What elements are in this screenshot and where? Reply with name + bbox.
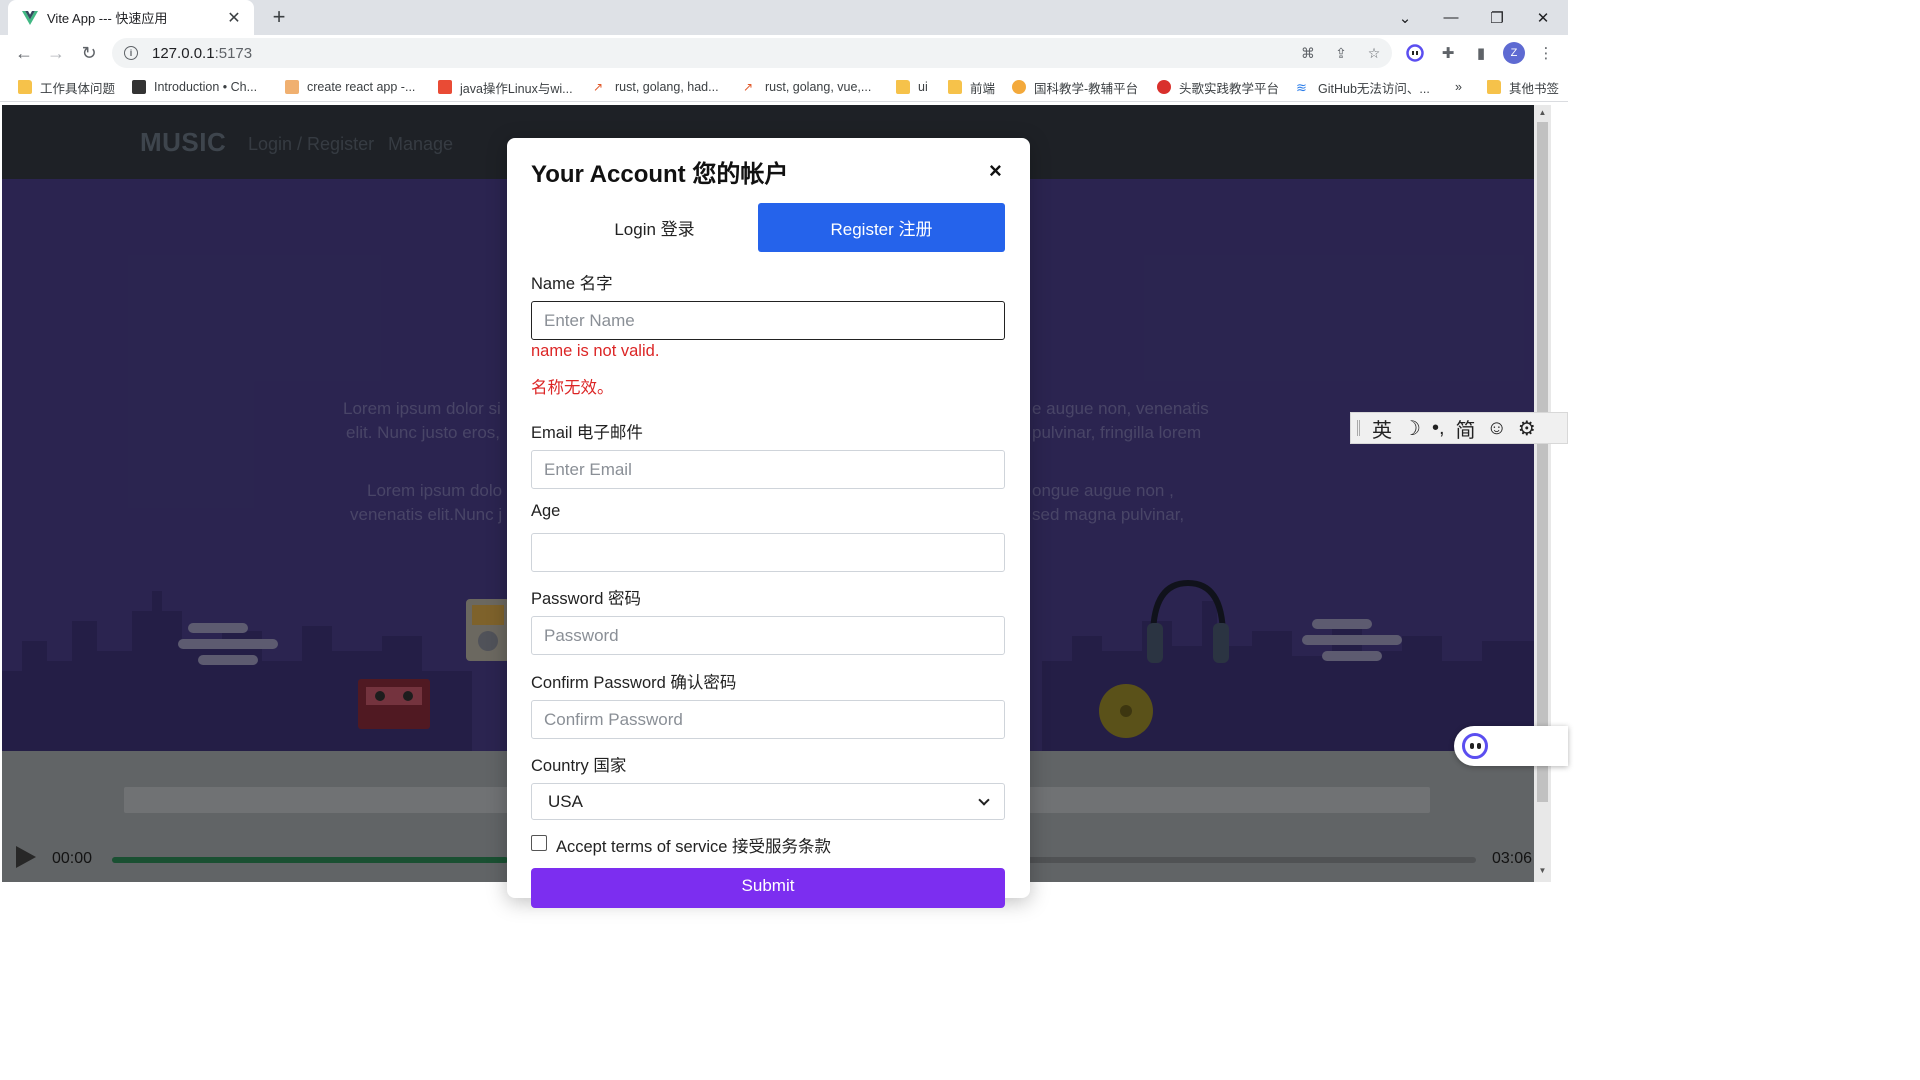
- extension-bot-icon[interactable]: [1404, 42, 1426, 64]
- bookmark-item[interactable]: ≋ GitHub无法访问、...: [1296, 78, 1430, 96]
- site-icon: [1157, 80, 1171, 94]
- tab-register[interactable]: Register 注册: [758, 203, 1005, 252]
- email-input[interactable]: [531, 450, 1005, 489]
- country-select[interactable]: USA: [531, 783, 1005, 820]
- folder-icon: [948, 80, 962, 94]
- profile-avatar[interactable]: Z: [1503, 42, 1525, 64]
- bookmark-item[interactable]: ↗ rust, golang, had...: [593, 78, 719, 96]
- trend-icon: ↗: [593, 80, 604, 94]
- name-error-zh: 名称无效。: [531, 379, 614, 397]
- country-value: USA: [548, 791, 583, 811]
- age-input[interactable]: [531, 533, 1005, 572]
- folder-icon: [896, 80, 910, 94]
- back-button[interactable]: ←: [9, 38, 39, 68]
- bookmark-item[interactable]: java操作Linux与wi...: [438, 78, 573, 96]
- browser-tab-active[interactable]: Vite App --- 快速应用 ✕: [8, 0, 254, 35]
- name-input[interactable]: [531, 301, 1005, 340]
- bookmark-item[interactable]: 前端: [948, 78, 995, 96]
- confirm-password-input[interactable]: [531, 700, 1005, 739]
- tab-login[interactable]: Login 登录: [531, 203, 778, 252]
- country-label: Country 国家: [531, 757, 627, 775]
- menu-kebab-icon[interactable]: ⋮: [1535, 42, 1557, 64]
- chevron-down-icon: [978, 793, 990, 806]
- gear-icon[interactable]: ⚙: [1518, 416, 1536, 441]
- name-label: Name 名字: [531, 275, 613, 293]
- scrollbar-thumb[interactable]: [1537, 122, 1548, 802]
- restore-button[interactable]: ❐: [1474, 0, 1520, 35]
- site-icon: [438, 80, 452, 94]
- bookmark-item[interactable]: Introduction • Ch...: [132, 78, 257, 96]
- submit-button[interactable]: Submit: [531, 868, 1005, 908]
- forward-button[interactable]: →: [41, 38, 71, 68]
- tab-title: Vite App --- 快速应用: [47, 11, 168, 26]
- scroll-down-arrow[interactable]: ▼: [1537, 866, 1548, 880]
- modal-title: Your Account 您的帐户: [531, 161, 789, 188]
- extensions-puzzle-icon[interactable]: ✚: [1437, 42, 1459, 64]
- ime-toolbar: 英 ☽ •, 简 ☺ ⚙: [1350, 412, 1568, 444]
- password-input[interactable]: [531, 616, 1005, 655]
- bookmark-item[interactable]: 工作具体问题: [18, 78, 115, 96]
- minimize-button[interactable]: —: [1428, 0, 1474, 35]
- bookmark-item[interactable]: 国科教学-教辅平台: [1012, 78, 1138, 96]
- password-label: Password 密码: [531, 590, 642, 608]
- drag-handle[interactable]: [1357, 420, 1360, 436]
- browser-toolbar: ← → ↻ i 127.0.0.1:5173 ⌘ ⇪ ☆ ✚ ▮ Z ⋮: [0, 35, 1568, 72]
- bookmark-item[interactable]: ↗ rust, golang, vue,...: [743, 78, 871, 96]
- share-icon[interactable]: ⇪: [1331, 43, 1351, 63]
- folder-icon: [1487, 80, 1501, 94]
- confirm-password-label: Confirm Password 确认密码: [531, 674, 737, 692]
- bookmark-item[interactable]: ui: [896, 78, 928, 96]
- trend-icon: ↗: [743, 80, 754, 94]
- punctuation-icon[interactable]: •,: [1432, 417, 1445, 440]
- close-icon[interactable]: ×: [989, 158, 1002, 184]
- assistant-widget[interactable]: [1454, 726, 1568, 766]
- bookmark-item[interactable]: 头歌实践教学平台: [1157, 78, 1279, 96]
- site-icon: [132, 80, 146, 94]
- side-panel-icon[interactable]: ▮: [1470, 42, 1492, 64]
- ime-script-toggle[interactable]: 简: [1456, 414, 1476, 443]
- address-bar[interactable]: i 127.0.0.1:5173 ⌘ ⇪ ☆: [112, 38, 1392, 68]
- age-label: Age: [531, 502, 561, 520]
- folder-icon: [18, 80, 32, 94]
- bookmark-item[interactable]: create react app -...: [285, 78, 415, 96]
- translate-icon[interactable]: ⌘: [1298, 43, 1318, 63]
- bookmarks-bar: 工作具体问题 Introduction • Ch... create react…: [0, 72, 1568, 102]
- tos-checkbox[interactable]: [531, 835, 547, 851]
- moon-icon[interactable]: ☽: [1403, 416, 1421, 441]
- tab-search-icon[interactable]: ⌄: [1382, 0, 1428, 35]
- tab-strip: Vite App --- 快速应用 ✕ + ⌄ — ❐ ✕: [0, 0, 1568, 35]
- vite-icon: [22, 10, 38, 26]
- new-tab-button[interactable]: +: [266, 4, 292, 30]
- scroll-up-arrow[interactable]: ▲: [1537, 108, 1548, 122]
- ime-language-toggle[interactable]: 英: [1372, 414, 1392, 443]
- account-modal: Your Account 您的帐户 × Login 登录 Register 注册…: [507, 138, 1030, 908]
- emoji-icon[interactable]: ☺: [1487, 417, 1507, 440]
- tab-close-icon[interactable]: ✕: [224, 8, 244, 28]
- name-error-en: name is not valid.: [531, 342, 660, 360]
- url-text[interactable]: 127.0.0.1:5173: [152, 45, 252, 62]
- close-window-button[interactable]: ✕: [1520, 0, 1566, 35]
- bookmarks-overflow-button[interactable]: »: [1455, 78, 1462, 96]
- bookmark-star-icon[interactable]: ☆: [1364, 43, 1384, 63]
- stack-icon: ≋: [1296, 80, 1307, 95]
- email-label: Email 电子邮件: [531, 424, 643, 442]
- tos-label[interactable]: Accept terms of service 接受服务条款: [556, 833, 831, 857]
- bookmark-item[interactable]: 其他书签: [1487, 78, 1559, 96]
- reload-button[interactable]: ↻: [74, 38, 104, 68]
- bot-icon: [1462, 733, 1488, 759]
- site-info-icon[interactable]: i: [124, 46, 138, 60]
- site-icon: [1012, 80, 1026, 94]
- site-icon: [285, 80, 299, 94]
